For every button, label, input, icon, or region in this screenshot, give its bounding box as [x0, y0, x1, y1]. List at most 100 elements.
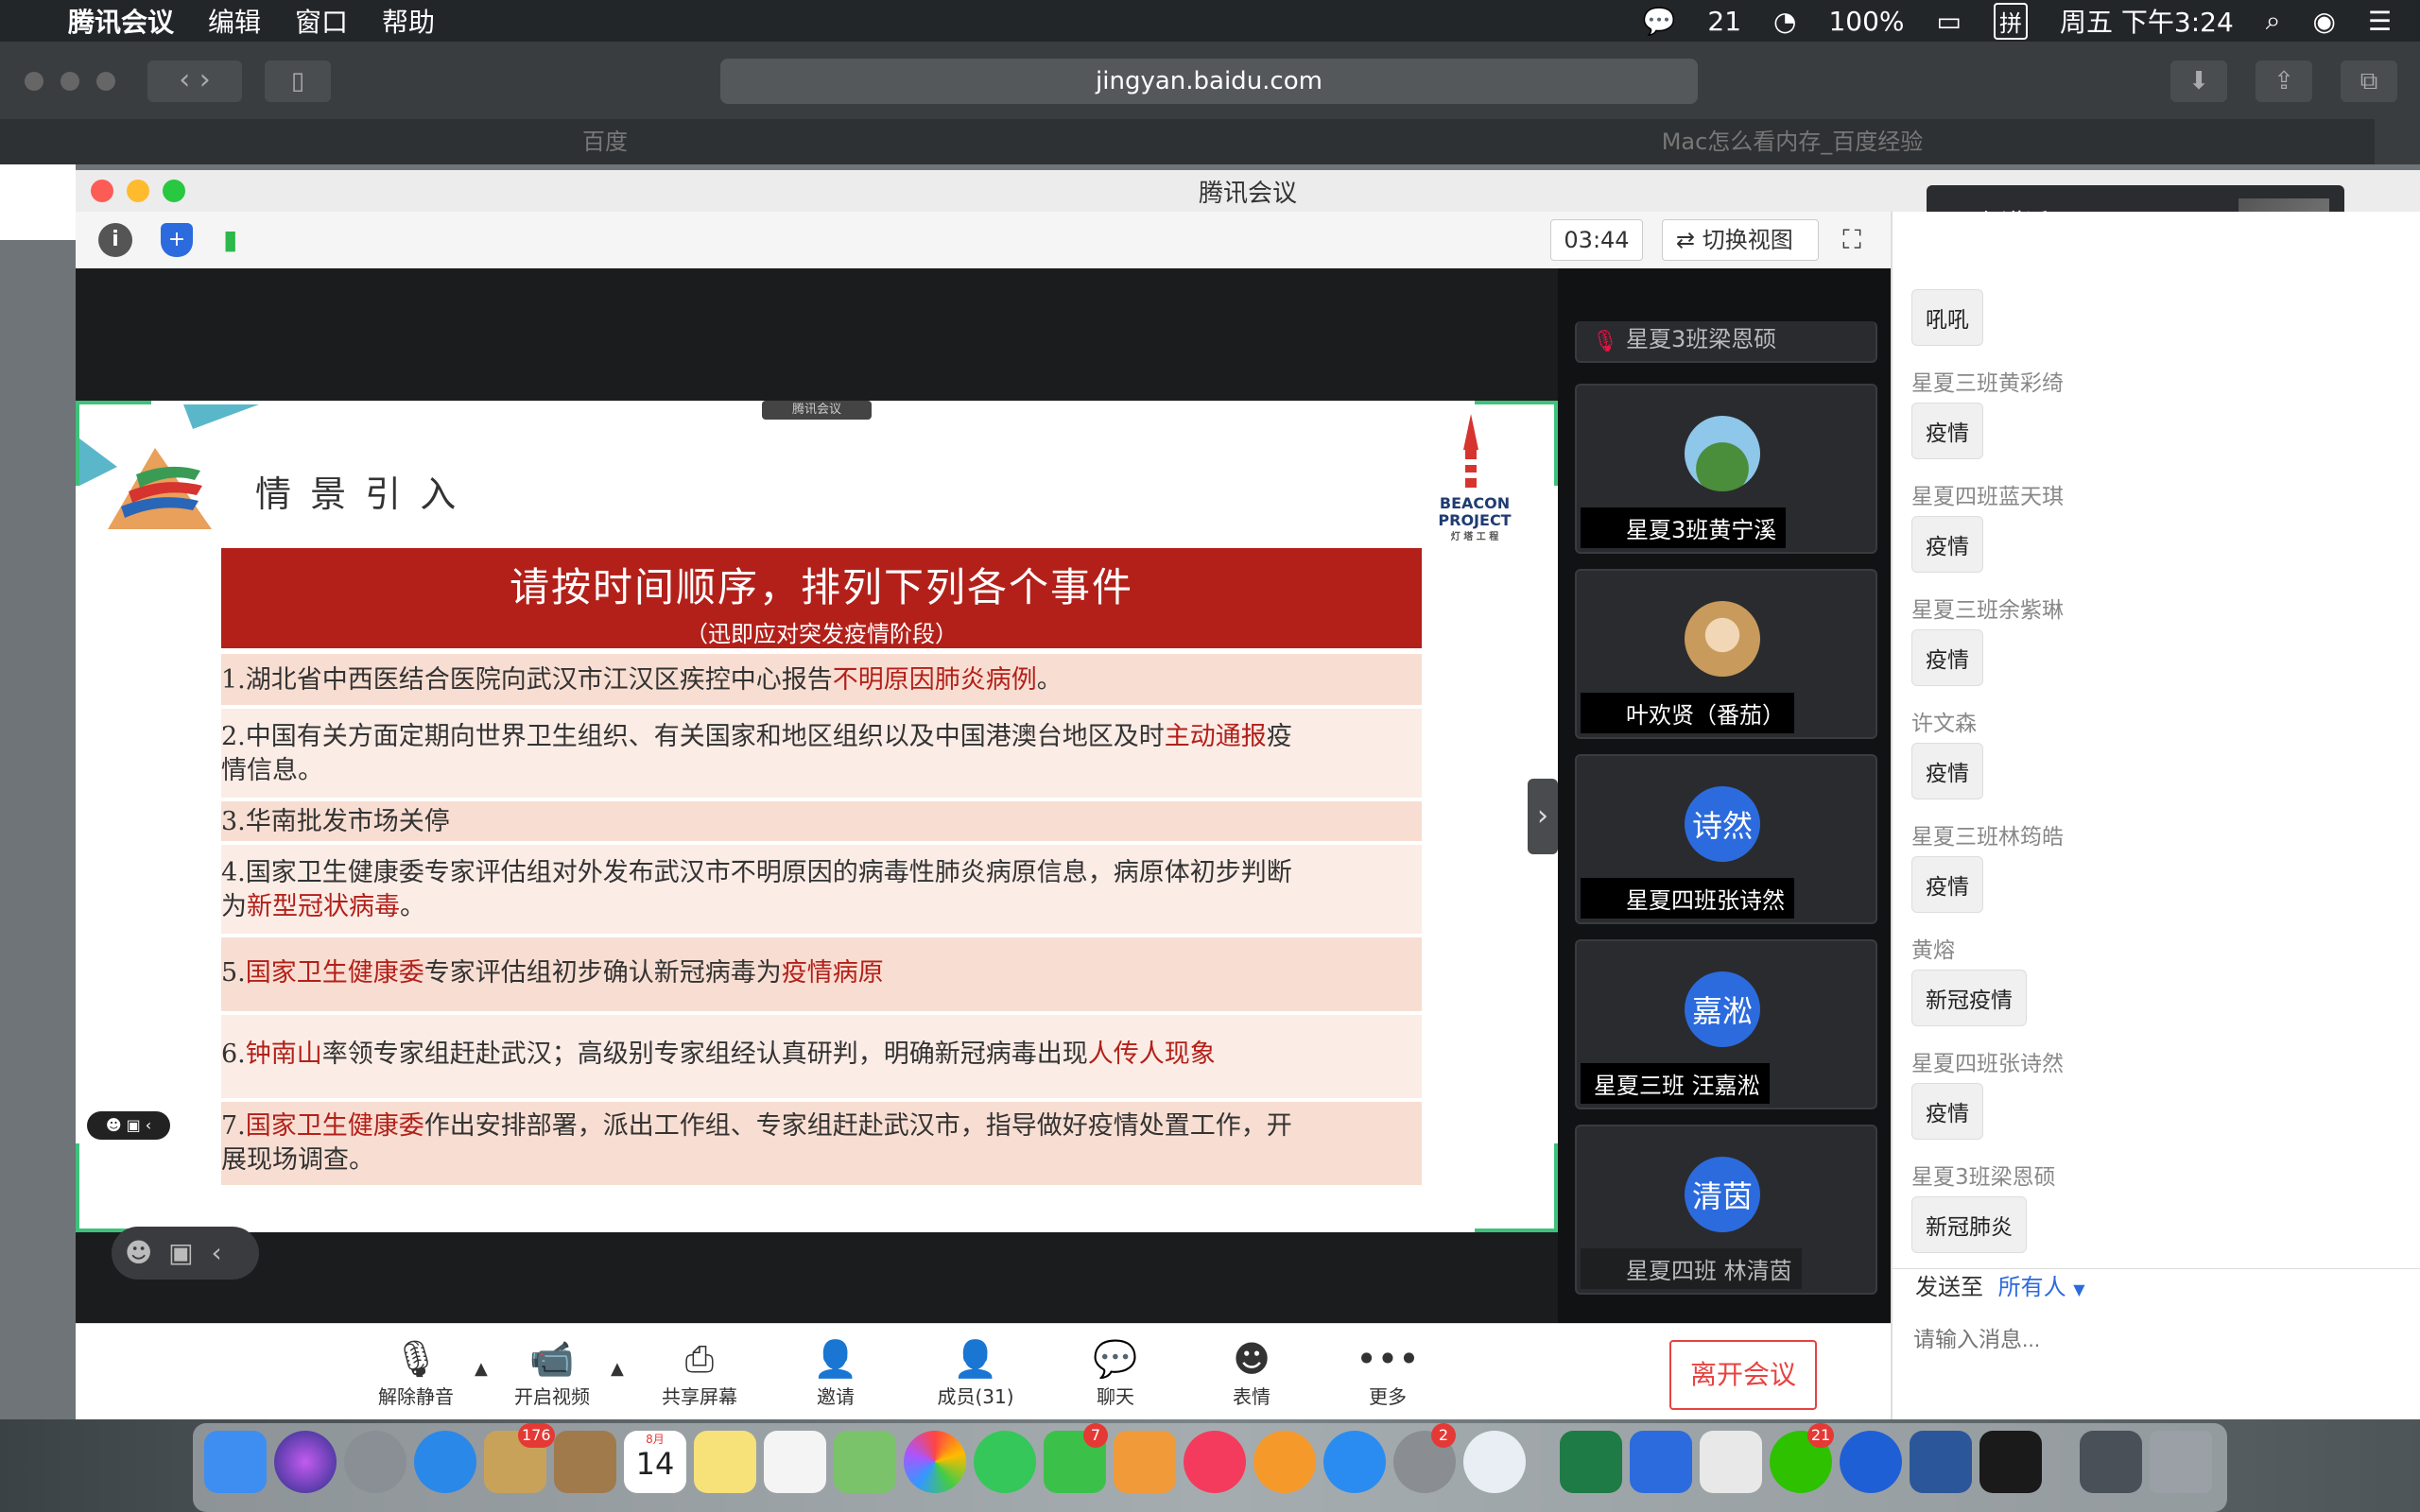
messages-icon[interactable]	[974, 1431, 1036, 1493]
menu-edit[interactable]: 编辑	[208, 2, 261, 40]
paper-plane-icon[interactable]	[1463, 1431, 1526, 1493]
safari-icon[interactable]	[414, 1431, 476, 1493]
gallery-tile[interactable]: 诗然 🎙 星夏四班张诗然	[1575, 754, 1877, 924]
start-video-label: 开启视频	[514, 1385, 590, 1408]
siri-dock-icon[interactable]	[274, 1431, 337, 1493]
chat-panel: 吼吼 星夏三班黄彩绮 疫情 星夏四班蓝天琪 疫情 星夏三班余紫琳 疫情 许文森 …	[1891, 212, 2420, 1419]
screenshare-watermark[interactable]: 腾讯会议	[762, 401, 872, 420]
chat-sender: 星夏3班梁恩硕	[1911, 1165, 2056, 1190]
wechat-status-icon[interactable]: 💬	[1643, 6, 1676, 37]
unmute-button[interactable]: 🎙 解除静音	[359, 1336, 473, 1409]
chat-label: 聊天	[1097, 1385, 1134, 1408]
share-icon[interactable]: ⇪	[2256, 60, 2312, 102]
info-icon[interactable]: i	[98, 223, 132, 257]
row2-end: 疫	[1266, 722, 1292, 751]
battery-icon: ▭	[1936, 5, 1962, 37]
excel-icon[interactable]	[1560, 1431, 1622, 1493]
gallery-toggle-icon[interactable]: ›	[1528, 779, 1558, 854]
video-options-chevron-icon[interactable]: ▲	[611, 1359, 624, 1379]
start-video-button[interactable]: 📹 开启视频	[495, 1336, 609, 1409]
gallery-tile[interactable]: 🎙 星夏3班梁恩硕	[1575, 321, 1877, 363]
notes-icon[interactable]	[694, 1431, 756, 1493]
menu-window[interactable]: 窗口	[295, 2, 348, 40]
leave-meeting-button[interactable]: 离开会议	[1669, 1340, 1817, 1410]
security-shield-icon[interactable]: +	[161, 223, 193, 257]
fullscreen-icon[interactable]: ⛶	[1834, 223, 1870, 257]
avatar-character	[1685, 601, 1760, 677]
browser-tab-left[interactable]: 百度	[0, 119, 1210, 164]
app-store-icon[interactable]	[1323, 1431, 1386, 1493]
beacon-logo-text: BEACON PROJECT 灯 塔 工 程	[1429, 495, 1520, 546]
input-method[interactable]: 拼	[1993, 2, 2028, 40]
contacts-icon[interactable]	[554, 1431, 616, 1493]
row6-highlight-1: 钟南山	[245, 1040, 322, 1069]
photos-icon[interactable]	[904, 1431, 966, 1493]
chat-button[interactable]: 💬 聊天	[1059, 1336, 1172, 1409]
row5-highlight-2: 疫情病原	[781, 958, 884, 988]
network-signal-icon[interactable]: ▮	[223, 225, 251, 255]
tabs-overview-icon[interactable]: ⧉	[2341, 60, 2397, 102]
meeting-minimize-button[interactable]	[127, 180, 149, 202]
music-icon[interactable]	[1184, 1431, 1246, 1493]
maps-icon[interactable]	[834, 1431, 896, 1493]
screenshare-watermark-label: 腾讯会议	[791, 403, 841, 417]
quicktime-icon[interactable]	[1840, 1431, 1902, 1493]
share-screen-button[interactable]: ⎙ 共享屏幕	[643, 1336, 756, 1409]
menu-help[interactable]: 帮助	[382, 2, 435, 40]
mini-reaction-bar[interactable]: ☻ ▣ ‹	[87, 1111, 170, 1140]
chat-message: 疫情	[1911, 743, 1983, 799]
sidebar-toggle-icon[interactable]: ▯	[265, 60, 331, 102]
chat-message: 新冠肺炎	[1911, 1196, 2027, 1253]
send-to-dropdown[interactable]: 所有人	[1998, 1274, 2066, 1300]
menu-app-name[interactable]: 腾讯会议	[68, 2, 174, 40]
browser-minimize-button[interactable]	[60, 72, 79, 91]
slide-title: 情 景 引 入	[255, 473, 460, 515]
tencent-meeting-icon[interactable]	[1630, 1431, 1692, 1493]
siri-icon[interactable]: ◉	[2312, 6, 2335, 37]
chat-message-input[interactable]	[1911, 1317, 2388, 1361]
chat-bubble-icon[interactable]: ▣	[168, 1237, 193, 1268]
battery-percent[interactable]: 100%	[1828, 6, 1904, 37]
members-button[interactable]: 👤 成员(31)	[919, 1336, 1032, 1409]
gallery-tile[interactable]: 🎙 叶欢贤（番茄）	[1575, 569, 1877, 739]
books-icon[interactable]	[1253, 1431, 1316, 1493]
notification-center-icon[interactable]: ☰	[2368, 6, 2392, 37]
launchpad-icon[interactable]	[344, 1431, 406, 1493]
keynote-icon[interactable]	[1700, 1431, 1762, 1493]
meeting-zoom-button[interactable]	[163, 180, 185, 202]
chat-sender: 星夏三班黄彩绮	[1911, 371, 2064, 396]
finder-icon[interactable]	[204, 1431, 267, 1493]
downloads-icon[interactable]: ⬇	[2170, 60, 2227, 102]
wifi-icon[interactable]: ◔	[1773, 6, 1796, 37]
meeting-window-title: 腾讯会议	[1198, 179, 1297, 208]
more-button[interactable]: ••• 更多	[1331, 1336, 1444, 1409]
switch-view-button[interactable]: ⇄ 切换视图	[1662, 219, 1819, 261]
downloads-stack-icon[interactable]	[2080, 1431, 2142, 1493]
address-bar[interactable]: jingyan.baidu.com	[720, 59, 1698, 104]
browser-zoom-button[interactable]	[96, 72, 115, 91]
reminders-icon[interactable]	[764, 1431, 826, 1493]
reactions-button[interactable]: ☻ 表情	[1195, 1336, 1308, 1409]
emoji-icon[interactable]: ☻	[125, 1237, 152, 1268]
browser-tab-right[interactable]: Mac怎么看内存_百度经验	[1210, 119, 2375, 164]
word-icon[interactable]	[1910, 1431, 1972, 1493]
activity-monitor-icon[interactable]	[1979, 1431, 2042, 1493]
clock[interactable]: 周五 下午3:24	[2060, 2, 2234, 40]
beacon-logo-line2: PROJECT	[1438, 511, 1512, 529]
meeting-close-button[interactable]	[91, 180, 113, 202]
pages-icon[interactable]	[1114, 1431, 1176, 1493]
browser-close-button[interactable]	[25, 72, 43, 91]
gallery-tile[interactable]: 嘉淞 星夏三班 汪嘉淞	[1575, 939, 1877, 1109]
chevron-down-icon[interactable]: ▼	[2073, 1280, 2084, 1298]
audio-options-chevron-icon[interactable]: ▲	[475, 1359, 488, 1379]
browser-back-forward[interactable]: ‹ ›	[147, 60, 242, 102]
spotlight-search-icon[interactable]: ⌕	[2266, 5, 2281, 37]
calendar-month: 8月	[646, 1433, 665, 1446]
invite-button[interactable]: 👤 邀请	[779, 1336, 892, 1409]
gallery-tile[interactable]: 🎙 星夏3班黄宁溪	[1575, 384, 1877, 554]
trash-icon[interactable]	[2150, 1431, 2212, 1493]
calendar-icon[interactable]: 8月 14	[624, 1431, 686, 1493]
row7-line2: 展现场调查。	[221, 1145, 374, 1175]
gallery-tile[interactable]: 清茵 🎙 星夏四班 林清茵	[1575, 1125, 1877, 1295]
collapse-icon[interactable]: ‹	[211, 1237, 221, 1268]
